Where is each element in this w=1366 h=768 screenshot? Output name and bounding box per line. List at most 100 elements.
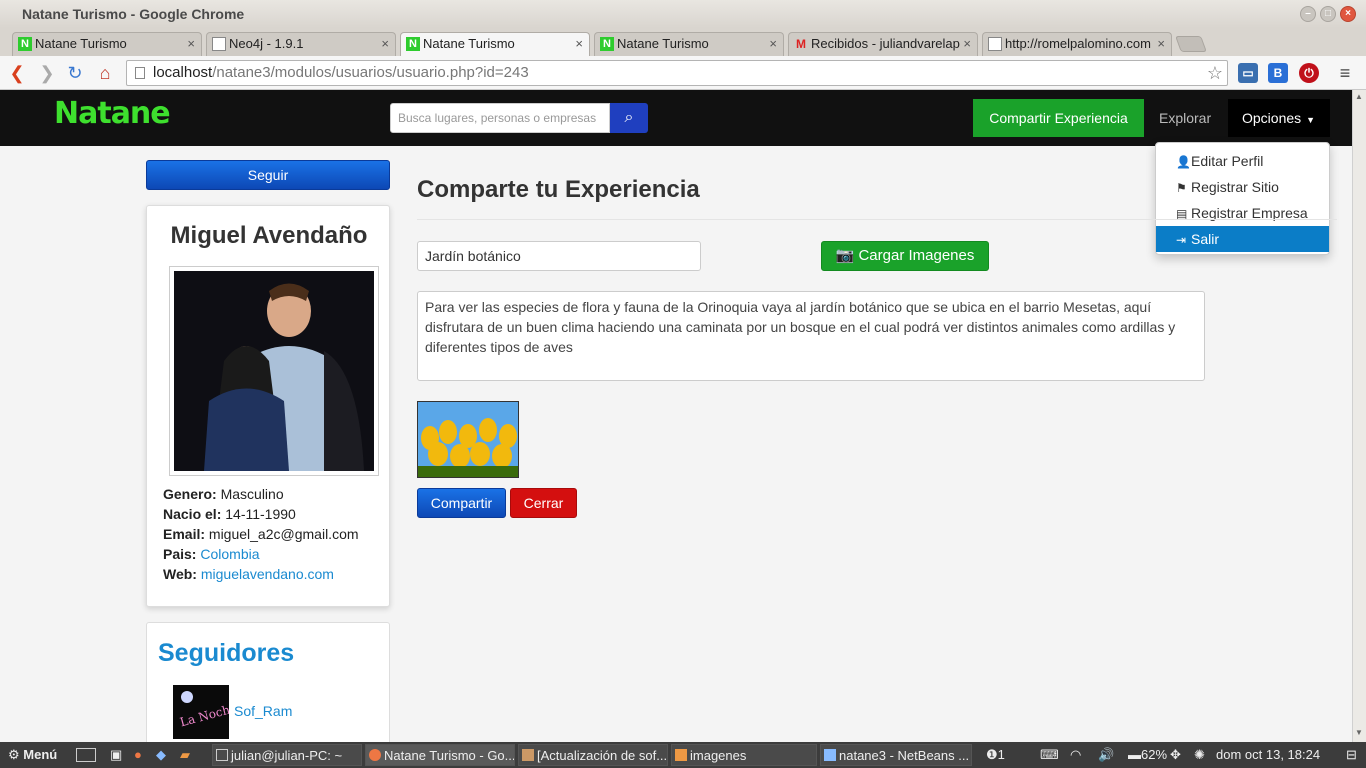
task-netbeans[interactable]: natane3 - NetBeans ...	[820, 744, 972, 766]
tab-label: Recibidos - juliandvarelap	[811, 36, 960, 51]
tab-gmail[interactable]: M Recibidos - juliandvarelap ×	[788, 32, 978, 56]
upload-images-label: Cargar Imagenes	[858, 247, 975, 264]
task-chrome[interactable]: Natane Turismo - Go...	[365, 744, 515, 766]
natane-favicon: N	[18, 37, 32, 51]
page-scrollbar[interactable]: ▲ ▼	[1352, 90, 1366, 742]
os-taskbar: ⚙ Menú ▣ ● ◆ ▰ julian@julian-PC: ~ Natan…	[0, 742, 1366, 768]
bookmark-star-icon[interactable]: ☆	[1207, 61, 1223, 85]
address-bar[interactable]: localhost/natane3/modulos/usuarios/usuar…	[126, 60, 1228, 86]
b-extension-icon[interactable]: B	[1268, 63, 1288, 83]
tab-natane-1[interactable]: N Natane Turismo ×	[12, 32, 202, 56]
task-label: imagenes	[690, 748, 747, 763]
nav-explore[interactable]: Explorar	[1159, 99, 1211, 137]
place-name-input[interactable]: Jardín botánico	[417, 241, 701, 271]
profile-card: Miguel Avendaño Genero: Masculino Nacio …	[146, 205, 390, 607]
task-update[interactable]: [Actualización de sof...	[518, 744, 668, 766]
block-extension-icon[interactable]: ⏻	[1299, 63, 1319, 83]
chrome-launcher-icon[interactable]: ●	[134, 742, 142, 768]
tab-romel[interactable]: http://romelpalomino.com ×	[982, 32, 1172, 56]
brightness-icon[interactable]: ✺	[1194, 742, 1205, 768]
home-icon[interactable]: ⌂	[94, 62, 116, 84]
tab-close-icon[interactable]: ×	[381, 33, 389, 55]
address-path: /natane3/modulos/usuarios/usuario.php?id…	[212, 64, 529, 81]
maximize-icon[interactable]: □	[1320, 6, 1336, 22]
tab-close-icon[interactable]: ×	[187, 33, 195, 55]
tab-neo4j[interactable]: Neo4j - 1.9.1 ×	[206, 32, 396, 56]
description-textarea[interactable]: Para ver las especies de flora y fauna d…	[417, 291, 1205, 381]
info-email: Email: miguel_a2c@gmail.com	[163, 524, 359, 544]
terminal-launcher-icon[interactable]: ▣	[110, 742, 122, 768]
site-logo[interactable]: Natane	[54, 96, 171, 131]
scroll-down-icon[interactable]: ▼	[1355, 728, 1363, 737]
site-navbar: Natane Busca lugares, personas o empresa…	[0, 90, 1352, 146]
tab-label: Natane Turismo	[617, 36, 709, 51]
search-icon: ⌕	[624, 109, 634, 126]
menu-icon[interactable]: ≡	[1334, 62, 1356, 84]
box-launcher-icon[interactable]: ◆	[156, 742, 166, 768]
forward-icon[interactable]: ❯	[36, 62, 58, 84]
site-search-input[interactable]: Busca lugares, personas o empresas	[390, 103, 610, 133]
keyboard-icon[interactable]: ⌨	[1040, 742, 1059, 768]
scroll-thumb[interactable]	[1356, 290, 1363, 320]
scroll-up-icon[interactable]: ▲	[1355, 92, 1363, 101]
netbeans-icon	[824, 749, 836, 761]
nav-options[interactable]: Opciones ▼	[1228, 99, 1330, 137]
show-desktop-icon[interactable]	[76, 748, 96, 762]
follow-button[interactable]: Seguir	[146, 160, 390, 190]
files-launcher-icon[interactable]: ▰	[180, 742, 190, 768]
notification-indicator[interactable]: ❶1	[986, 742, 1005, 768]
battery-indicator[interactable]: ▬62%	[1128, 742, 1167, 768]
nav-share-experience[interactable]: Compartir Experiencia	[973, 99, 1144, 137]
close-button[interactable]: Cerrar	[510, 488, 577, 518]
chrome-icon	[369, 749, 381, 761]
share-button[interactable]: Compartir	[417, 488, 506, 518]
search-button[interactable]: ⌕	[610, 103, 648, 133]
uploaded-image-thumbnail[interactable]	[417, 401, 519, 478]
task-label: natane3 - NetBeans ...	[839, 748, 970, 763]
window-controls: – □ ×	[1300, 6, 1356, 22]
country-link[interactable]: Colombia	[200, 546, 259, 562]
tab-close-icon[interactable]: ×	[769, 33, 777, 55]
task-images-folder[interactable]: imagenes	[671, 744, 817, 766]
building-icon: ▤	[1176, 207, 1188, 221]
tab-natane-active[interactable]: N Natane Turismo ×	[400, 32, 590, 56]
flag-icon: ⚑	[1176, 181, 1187, 195]
cast-extension-icon[interactable]: ▭	[1238, 63, 1258, 83]
task-terminal[interactable]: julian@julian-PC: ~	[212, 744, 362, 766]
natane-favicon: N	[600, 37, 614, 51]
info-country: Pais: Colombia	[163, 544, 359, 564]
follower-avatar[interactable]: La Noche	[173, 685, 238, 739]
minimize-icon[interactable]: –	[1300, 6, 1316, 22]
menu-label: Menú	[23, 747, 58, 762]
follower-name-link[interactable]: Sof_Ram	[234, 703, 292, 719]
upload-images-button[interactable]: 📷 Cargar Imagenes	[821, 241, 989, 271]
menu-button[interactable]: ⚙ Menú	[8, 742, 57, 768]
tab-close-icon[interactable]: ×	[575, 33, 583, 55]
clock[interactable]: dom oct 13, 18:24	[1216, 742, 1320, 768]
volume-icon[interactable]: 🔊	[1098, 742, 1114, 768]
info-label: Pais:	[163, 546, 197, 562]
battery-level: 62%	[1141, 747, 1168, 762]
window-title: Natane Turismo - Google Chrome	[22, 6, 245, 22]
dropdown-item-logout[interactable]: ⇥ Salir	[1156, 226, 1329, 252]
document-icon	[212, 37, 226, 51]
dropdown-item-register-company[interactable]: ▤ Registrar Empresa	[1156, 200, 1329, 226]
tab-strip: N Natane Turismo × Neo4j - 1.9.1 × N Nat…	[0, 28, 1366, 56]
tab-natane-3[interactable]: N Natane Turismo ×	[594, 32, 784, 56]
dropbox-icon[interactable]: ✥	[1170, 742, 1181, 768]
shutdown-icon[interactable]: ⊟	[1346, 742, 1357, 768]
task-label: Natane Turismo - Go...	[384, 748, 515, 763]
task-label: [Actualización de sof...	[537, 748, 668, 763]
terminal-icon	[216, 749, 228, 761]
tab-close-icon[interactable]: ×	[963, 33, 971, 55]
dropdown-item-edit-profile[interactable]: 👤Editar Perfil	[1156, 148, 1329, 174]
wifi-icon[interactable]: ◠	[1070, 742, 1081, 768]
info-gender: Genero: Masculino	[163, 484, 359, 504]
dropdown-item-register-site[interactable]: ⚑ Registrar Sitio	[1156, 174, 1329, 200]
close-window-icon[interactable]: ×	[1340, 6, 1356, 22]
back-icon[interactable]: ❮	[6, 62, 28, 84]
website-link[interactable]: miguelavendano.com	[201, 566, 334, 582]
new-tab-button[interactable]	[1175, 36, 1207, 52]
tab-close-icon[interactable]: ×	[1157, 33, 1165, 55]
reload-icon[interactable]: ↻	[64, 62, 86, 84]
